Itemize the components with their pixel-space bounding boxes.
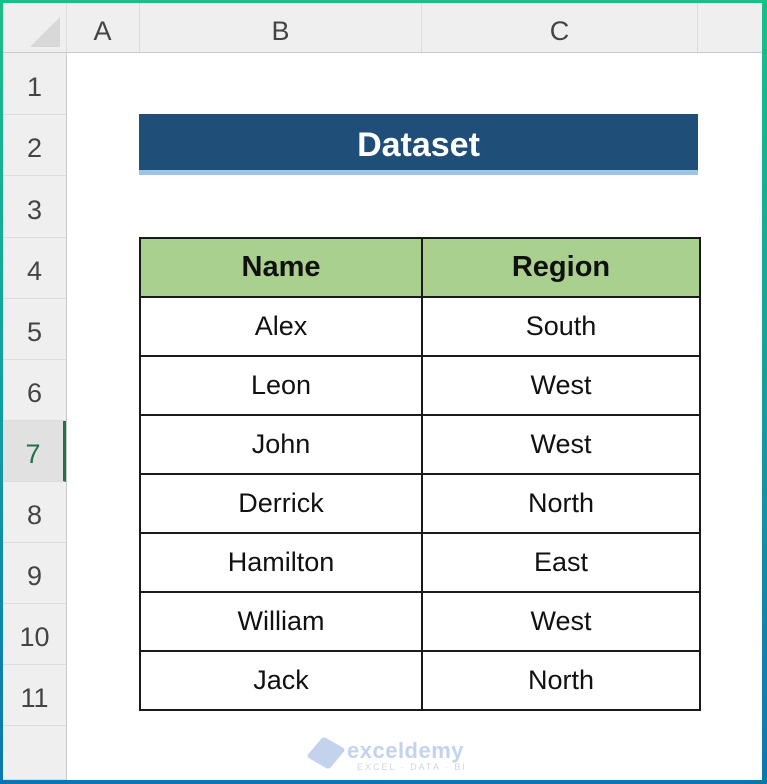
table-row: Jack North xyxy=(139,650,701,711)
cell-name[interactable]: Alex xyxy=(139,296,423,357)
header-region[interactable]: Region xyxy=(421,237,701,298)
cell-name[interactable]: Jack xyxy=(139,650,423,711)
data-table: Name Region Alex South Leon West John West Der… xyxy=(139,237,701,711)
row-header-8[interactable]: 8 xyxy=(3,482,66,543)
row-header-9[interactable]: 9 xyxy=(3,543,66,604)
table-row: Leon West xyxy=(139,355,701,416)
column-header-c[interactable]: C xyxy=(422,3,698,52)
row-header-bar: 1 2 3 4 5 6 7 8 9 10 11 xyxy=(3,53,67,780)
cell-name[interactable]: John xyxy=(139,414,423,475)
row-header-blank[interactable] xyxy=(3,726,66,780)
cell-name[interactable]: Hamilton xyxy=(139,532,423,593)
dataset-title: Dataset xyxy=(139,114,698,175)
row-header-3[interactable]: 3 xyxy=(3,176,66,238)
cell-region[interactable]: West xyxy=(421,355,701,416)
row-header-7[interactable]: 7 xyxy=(3,421,66,482)
row-header-5[interactable]: 5 xyxy=(3,299,66,360)
cell-name[interactable]: Leon xyxy=(139,355,423,416)
row-header-10[interactable]: 10 xyxy=(3,604,66,665)
select-all-icon xyxy=(30,17,60,47)
table-row: Hamilton East xyxy=(139,532,701,593)
header-name[interactable]: Name xyxy=(139,237,423,298)
exceldemy-logo-icon xyxy=(306,736,346,770)
cell-region[interactable]: South xyxy=(421,296,701,357)
cell-name[interactable]: Derrick xyxy=(139,473,423,534)
row-header-11[interactable]: 11 xyxy=(3,665,66,726)
column-header-d[interactable] xyxy=(698,3,762,52)
watermark-tagline: EXCEL · DATA · BI xyxy=(357,762,467,772)
row-header-4[interactable]: 4 xyxy=(3,238,66,299)
watermark-name: exceldemy xyxy=(347,738,465,763)
cell-name[interactable]: William xyxy=(139,591,423,652)
watermark: exceldemy EXCEL · DATA · BI xyxy=(306,736,473,780)
cell-region[interactable]: West xyxy=(421,591,701,652)
select-all-button[interactable] xyxy=(3,3,67,52)
spreadsheet-grid: A B C 1 2 3 4 5 6 7 8 9 10 11 Dataset Name Region … xyxy=(3,3,762,780)
row-header-1[interactable]: 1 xyxy=(3,53,66,115)
cell-region[interactable]: East xyxy=(421,532,701,593)
table-header-row: Name Region xyxy=(139,237,701,298)
column-header-bar: A B C xyxy=(3,3,762,53)
column-header-a[interactable]: A xyxy=(66,3,140,52)
table-row: Alex South xyxy=(139,296,701,357)
window-frame: A B C 1 2 3 4 5 6 7 8 9 10 11 Dataset Name Region … xyxy=(0,0,767,784)
cell-region[interactable]: West xyxy=(421,414,701,475)
cell-region[interactable]: North xyxy=(421,650,701,711)
table-row: Derrick North xyxy=(139,473,701,534)
row-header-6[interactable]: 6 xyxy=(3,360,66,421)
table-row: William West xyxy=(139,591,701,652)
cell-region[interactable]: North xyxy=(421,473,701,534)
row-header-2[interactable]: 2 xyxy=(3,115,66,176)
column-header-b[interactable]: B xyxy=(140,3,422,52)
table-row: John West xyxy=(139,414,701,475)
